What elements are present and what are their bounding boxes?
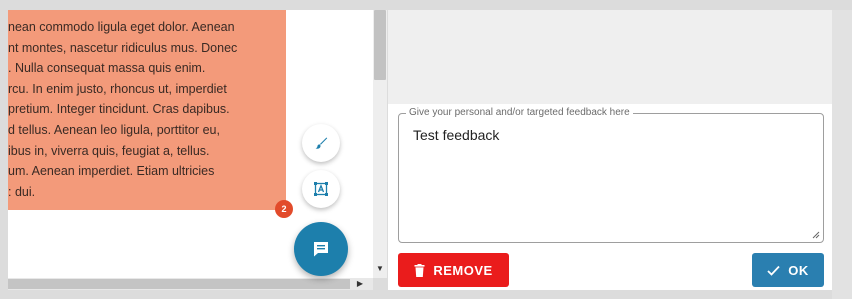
resize-grip-icon[interactable] xyxy=(812,231,820,239)
trash-icon xyxy=(414,263,425,277)
window-edge xyxy=(832,10,852,299)
document-line: . Nulla consequat massa quis enim. xyxy=(8,61,206,76)
comment-icon xyxy=(314,242,328,257)
comment-button[interactable] xyxy=(294,222,348,276)
document-line: d tellus. Aenean leo ligula, porttitor e… xyxy=(8,122,220,137)
feedback-preview-area xyxy=(388,10,832,104)
document-line: nean commodo ligula eget dolor. Aenean xyxy=(8,20,235,34)
document-line: ibus in, viverra quis, feugiat a, tellus… xyxy=(8,143,210,158)
checkmark-icon xyxy=(767,265,780,276)
highlight-brush-button[interactable] xyxy=(302,124,340,162)
document-line: um. Aenean imperdiet. Etiam ultricies xyxy=(8,164,215,179)
feedback-editor-window: nean commodo ligula eget dolor. Aenean n… xyxy=(0,0,852,299)
paintbrush-icon xyxy=(315,137,328,149)
vertical-scrollbar[interactable]: ▼ xyxy=(373,10,387,278)
remove-button[interactable]: REMOVE xyxy=(398,253,509,287)
document-line: : dui. xyxy=(8,184,36,199)
document-text: nean commodo ligula eget dolor. Aenean n… xyxy=(8,17,286,202)
document-line: nt montes, nascetur ridiculus mus. Donec xyxy=(8,40,238,55)
ok-button-label: OK xyxy=(788,262,809,278)
text-box-icon xyxy=(314,182,328,196)
document-line: rcu. In enim justo, rhoncus ut, imperdie… xyxy=(8,81,227,96)
feedback-field-label: Give your personal and/or targeted feedb… xyxy=(406,107,633,119)
comment-count-badge: 2 xyxy=(275,200,293,218)
text-annotation-button[interactable] xyxy=(302,170,340,208)
ok-button[interactable]: OK xyxy=(752,253,824,287)
feedback-panel: Give your personal and/or targeted feedb… xyxy=(388,10,832,290)
scroll-down-arrow-icon[interactable]: ▼ xyxy=(373,264,387,274)
remove-button-label: REMOVE xyxy=(433,262,493,278)
feedback-field[interactable]: Give your personal and/or targeted feedb… xyxy=(398,107,824,243)
scroll-right-arrow-icon[interactable]: ▶ xyxy=(355,278,365,290)
feedback-input[interactable]: Test feedback xyxy=(413,127,499,143)
horizontal-scrollbar[interactable]: ▶ xyxy=(8,278,373,290)
document-line: pretium. Integer tincidunt. Cras dapibus… xyxy=(8,102,230,117)
vertical-scrollbar-thumb[interactable] xyxy=(374,10,386,80)
horizontal-scrollbar-thumb[interactable] xyxy=(8,279,350,289)
